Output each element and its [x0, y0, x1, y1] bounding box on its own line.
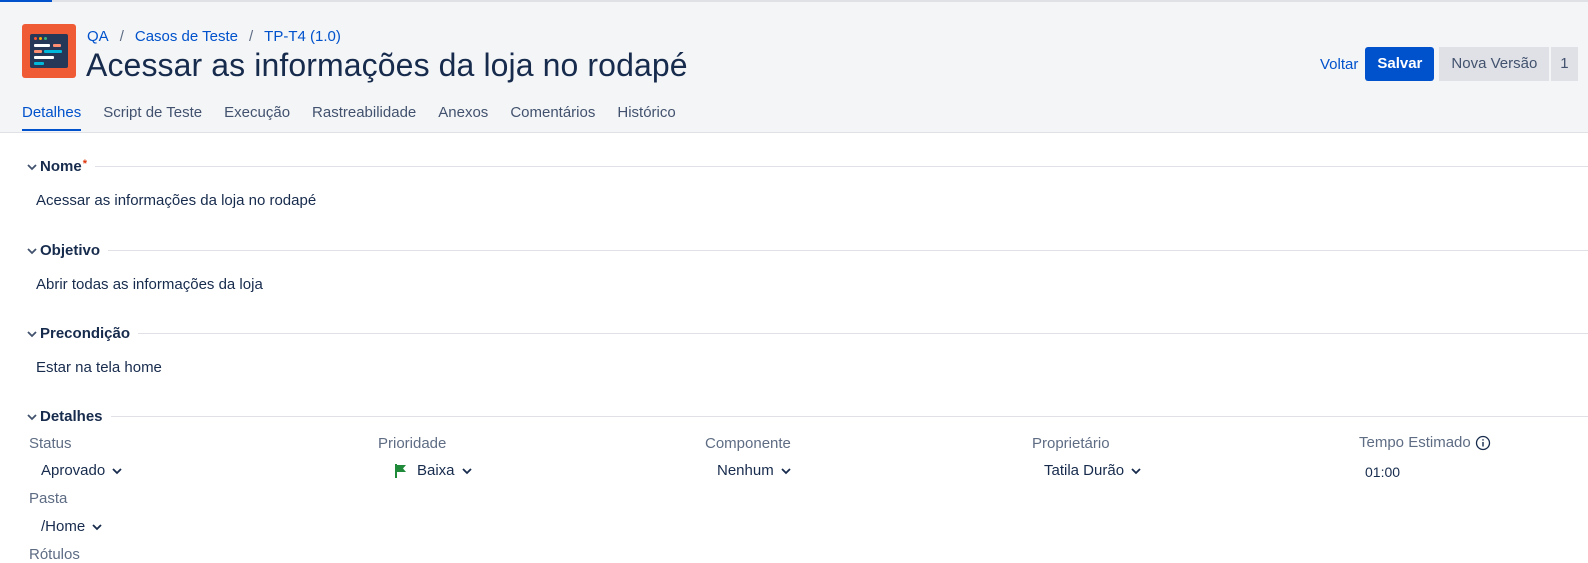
estimated-time-input[interactable]: 01:00: [1365, 464, 1400, 480]
required-marker: *: [82, 158, 87, 170]
precondition-value[interactable]: Estar na tela home: [36, 359, 162, 376]
priority-value: Baixa: [417, 462, 455, 479]
header-actions: Voltar Salvar Nova Versão 1: [1320, 47, 1580, 81]
page-title: Acessar as informações da loja no rodapé: [86, 47, 688, 83]
tab-script-de-teste[interactable]: Script de Teste: [103, 104, 202, 131]
section-objective-header[interactable]: Objetivo: [25, 242, 1588, 259]
tab-bar: Detalhes Script de Teste Execução Rastre…: [22, 104, 698, 131]
component-select[interactable]: Nenhum: [717, 462, 792, 479]
section-divider: [94, 166, 1588, 167]
section-divider: [138, 333, 1588, 334]
status-label: Status: [29, 435, 72, 452]
folder-value: /Home: [41, 518, 86, 535]
owner-select[interactable]: Tatila Durão: [1044, 462, 1142, 479]
chevron-down-icon: [27, 330, 37, 337]
folder-select[interactable]: /Home: [41, 518, 103, 535]
breadcrumb-separator: /: [119, 28, 124, 45]
chevron-down-icon: [781, 467, 791, 474]
section-divider: [108, 250, 1588, 251]
status-select[interactable]: Aprovado: [41, 462, 123, 479]
info-icon[interactable]: [1475, 435, 1491, 451]
chevron-down-icon: [92, 523, 102, 530]
estimated-time-label: Tempo Estimado: [1359, 434, 1491, 451]
section-label: Nome*: [40, 158, 87, 175]
section-label: Detalhes: [40, 408, 103, 425]
chevron-down-icon: [27, 163, 37, 170]
priority-select[interactable]: Baixa: [393, 462, 473, 479]
labels-label: Rótulos: [29, 546, 80, 563]
tab-execucao[interactable]: Execução: [224, 104, 290, 131]
overflow-button[interactable]: 1: [1551, 47, 1578, 81]
breadcrumb-separator: /: [248, 28, 254, 45]
owner-value: Tatila Durão: [1044, 462, 1125, 479]
breadcrumb-item-link[interactable]: TP-T4 (1.0): [264, 28, 341, 45]
tab-rastreabilidade[interactable]: Rastreabilidade: [312, 104, 416, 131]
breadcrumb-folder-link[interactable]: Casos de Teste: [135, 28, 238, 45]
section-divider: [110, 416, 1588, 417]
breadcrumb-project-link[interactable]: QA: [87, 28, 109, 45]
save-button[interactable]: Salvar: [1365, 47, 1435, 81]
owner-label: Proprietário: [1032, 435, 1110, 452]
component-value: Nenhum: [717, 462, 774, 479]
status-value: Aprovado: [41, 462, 106, 479]
section-details-header[interactable]: Detalhes: [25, 408, 1588, 425]
back-button[interactable]: Voltar: [1320, 56, 1358, 73]
chevron-down-icon: [112, 467, 122, 474]
tab-anexos[interactable]: Anexos: [438, 104, 488, 131]
estimated-time-label-text: Tempo Estimado: [1359, 434, 1471, 451]
objective-value[interactable]: Abrir todas as informações da loja: [36, 276, 263, 293]
chevron-down-icon: [27, 413, 37, 420]
section-label: Objetivo: [40, 242, 101, 259]
component-label: Componente: [705, 435, 791, 452]
tab-detalhes[interactable]: Detalhes: [22, 104, 82, 131]
section-name-header[interactable]: Nome*: [25, 158, 1588, 175]
chevron-down-icon: [27, 247, 37, 254]
tab-comentarios[interactable]: Comentários: [510, 104, 595, 131]
new-version-button[interactable]: Nova Versão: [1439, 47, 1550, 81]
folder-label: Pasta: [29, 490, 68, 507]
green-flag-icon: [395, 463, 406, 478]
breadcrumb: QA / Casos de Teste / TP-T4 (1.0): [87, 28, 341, 45]
page-header: QA / Casos de Teste / TP-T4 (1.0) Acessa…: [0, 2, 1588, 133]
name-value[interactable]: Acessar as informações da loja no rodapé: [36, 192, 316, 209]
chevron-down-icon: [461, 467, 472, 474]
tab-historico[interactable]: Histórico: [617, 104, 675, 131]
chevron-down-icon: [1131, 467, 1141, 474]
section-precondition-header[interactable]: Precondição: [25, 325, 1588, 342]
test-case-app-icon: [22, 24, 76, 78]
section-label: Precondição: [40, 325, 131, 342]
priority-label: Prioridade: [378, 435, 447, 452]
